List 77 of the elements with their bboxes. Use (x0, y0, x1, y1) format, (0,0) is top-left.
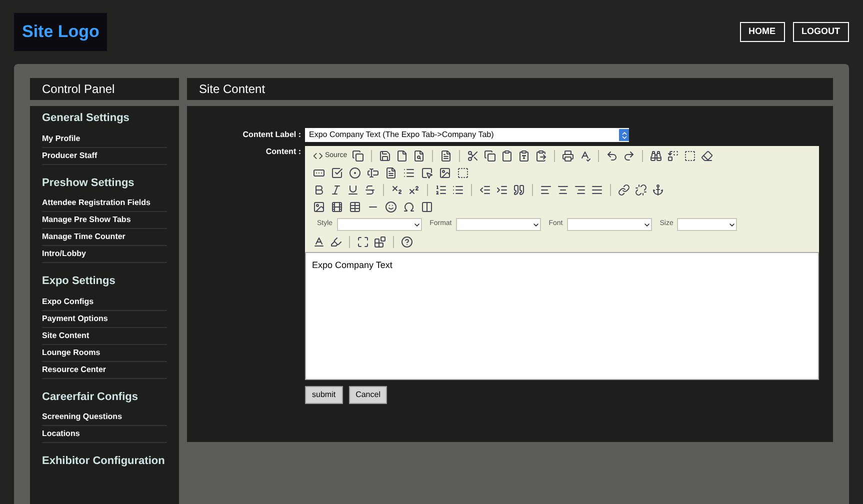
sidebar-link[interactable]: Lounge Rooms (42, 344, 167, 362)
print-icon[interactable] (562, 150, 574, 162)
quote-icon[interactable] (513, 184, 525, 196)
image-icon[interactable] (313, 201, 325, 213)
underline-icon[interactable] (347, 184, 359, 196)
site-logo[interactable]: Site Logo (14, 13, 108, 51)
section-heading: General Settings (42, 111, 130, 126)
strikethrough-icon[interactable] (364, 184, 376, 196)
align-right-icon[interactable] (574, 184, 586, 196)
smiley-icon[interactable] (385, 201, 397, 213)
sidebar-link[interactable]: My Profile (42, 130, 167, 148)
special-character-icon[interactable] (403, 201, 415, 213)
form-button[interactable]: Cancel (348, 386, 388, 404)
sidebar-link[interactable]: Manage Pre Show Tabs (42, 212, 167, 229)
paste-text-icon[interactable] (518, 150, 530, 162)
checkbox-icon[interactable] (331, 167, 343, 179)
sidebar-link[interactable]: Screening Questions (42, 409, 167, 426)
combo-field[interactable] (677, 218, 738, 231)
section-heading: Expo Settings (42, 274, 116, 289)
background-color-icon[interactable] (330, 236, 342, 248)
find-icon[interactable] (650, 150, 662, 162)
eraser-icon[interactable] (701, 150, 714, 162)
spellcheck-icon[interactable] (579, 150, 592, 162)
sidebar-link[interactable]: Attendee Registration Fields (42, 195, 167, 212)
field-label: Content : (264, 146, 301, 158)
link-icon[interactable] (618, 184, 630, 196)
combo-field[interactable] (456, 218, 541, 231)
content-label-select[interactable]: Expo Company Text (The Expo Tab->Company Tab) (305, 128, 629, 142)
indent-icon[interactable] (496, 184, 508, 196)
align-center-icon[interactable] (557, 184, 569, 196)
nav-link[interactable]: HOME (740, 22, 784, 42)
section-heading: Preshow Settings (42, 176, 136, 190)
stepper-icon (619, 129, 629, 141)
editor-area[interactable]: Expo Company Text (305, 252, 819, 380)
sidebar-link[interactable]: Expo Configs (42, 294, 167, 310)
redo-icon[interactable] (623, 150, 636, 162)
anchor-icon[interactable] (652, 184, 664, 196)
sidebar-link[interactable]: Site Content (42, 328, 167, 344)
numbered-list-icon[interactable] (435, 184, 447, 196)
superscript-icon[interactable] (408, 184, 420, 196)
copy-icon[interactable] (484, 150, 496, 162)
form-button[interactable]: submit (305, 386, 343, 404)
page-title: Site Content (187, 78, 833, 100)
help-icon[interactable] (401, 236, 413, 248)
italic-icon[interactable] (330, 184, 342, 196)
justify-icon[interactable] (591, 184, 603, 196)
nav-link[interactable]: LOGOUT (792, 22, 849, 42)
source-icon (313, 151, 323, 161)
save-icon[interactable] (379, 150, 392, 162)
undo-icon[interactable] (606, 150, 618, 162)
section-heading: Careerfair Configs (42, 390, 139, 404)
maximize-icon[interactable] (357, 236, 369, 248)
combo-field[interactable] (336, 218, 422, 231)
section-heading: Exhibitor Configuration (42, 454, 166, 469)
new-page-icon[interactable] (396, 150, 408, 162)
copy-icon[interactable] (352, 150, 364, 162)
preview-icon[interactable] (413, 150, 426, 162)
text-color-icon[interactable] (313, 236, 325, 248)
subscript-icon[interactable] (391, 184, 403, 196)
text-field-icon[interactable] (367, 167, 379, 179)
outdent-icon[interactable] (479, 184, 491, 196)
sidebar-link[interactable]: Locations (42, 426, 167, 443)
sidebar-link[interactable]: Producer Staff (42, 148, 167, 164)
paste-icon[interactable] (501, 150, 514, 162)
field-label: Content Label : (242, 129, 301, 141)
cut-icon[interactable] (467, 150, 480, 162)
combo-field[interactable] (566, 218, 652, 231)
table-icon[interactable] (349, 201, 361, 213)
align-left-icon[interactable] (540, 184, 552, 196)
sidebar-link[interactable]: Resource Center (42, 362, 167, 378)
select-all-icon[interactable] (684, 150, 696, 162)
sidebar-link[interactable]: Payment Options (42, 310, 167, 328)
radio-icon[interactable] (349, 167, 361, 179)
sidebar-link[interactable]: Manage Time Counter (42, 229, 167, 246)
unlink-icon[interactable] (635, 184, 647, 196)
bold-icon[interactable] (313, 184, 325, 196)
sidebar-link[interactable]: Intro/Lobby (42, 246, 167, 263)
